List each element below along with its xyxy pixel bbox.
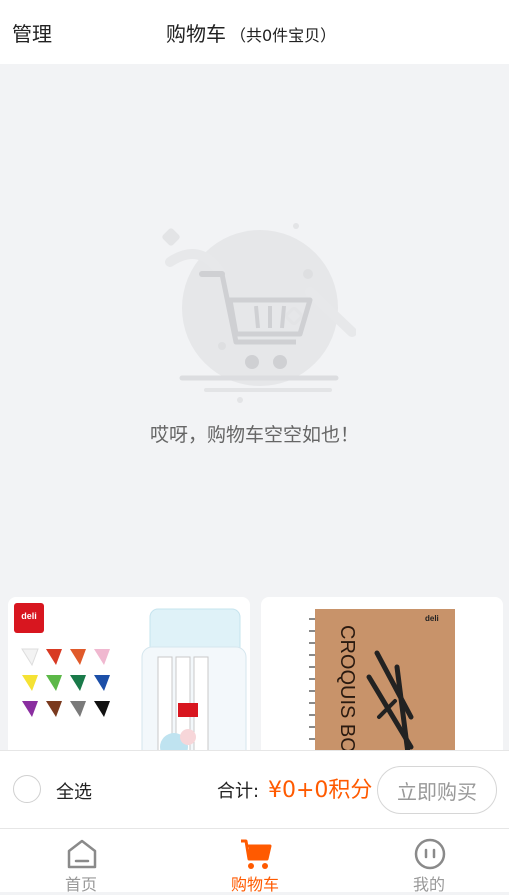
manage-button[interactable]: 管理: [12, 18, 52, 47]
select-all-label[interactable]: 全选: [56, 778, 92, 804]
empty-cart-message: 哎呀，购物车空空如也！: [149, 424, 359, 446]
page-title: 购物车 （共0件宝贝）: [166, 18, 336, 47]
tab-cart[interactable]: 购物车: [195, 829, 315, 894]
brand-logo-text: deli: [21, 611, 37, 621]
cart-icon: [241, 839, 272, 869]
total-label: 合计:: [217, 781, 260, 802]
profile-icon: [414, 838, 446, 870]
tab-home[interactable]: 首页: [21, 829, 141, 894]
empty-cart-illustration: [162, 223, 356, 403]
bottom-tab-bar: 首页 购物车 我的: [0, 828, 509, 894]
cart-item-count: （共0件宝贝）: [230, 26, 337, 45]
select-all-checkbox[interactable]: [13, 775, 41, 803]
tab-profile-label: 我的: [412, 875, 445, 894]
cover-title: CROQUIS BOO: [336, 625, 358, 768]
tab-cart-label: 购物车: [230, 875, 279, 894]
brand-logo-text: deli: [425, 614, 439, 623]
tab-home-label: 首页: [64, 875, 97, 894]
total-amount: ¥0+0积分: [268, 778, 373, 803]
home-icon: [67, 839, 97, 869]
tab-profile[interactable]: 我的: [369, 829, 489, 894]
buy-now-button[interactable]: 立即购买: [377, 766, 497, 814]
cart-title: 购物车: [166, 22, 226, 46]
top-header: 管理 购物车 （共0件宝贝）: [0, 0, 509, 64]
checkout-bar: 全选 合计: ¥0+0积分 立即购买: [0, 750, 509, 829]
